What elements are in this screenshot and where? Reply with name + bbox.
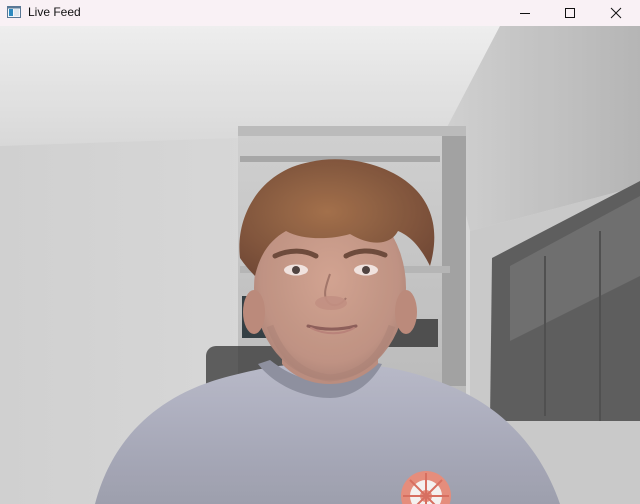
title-bar[interactable]: Live Feed <box>0 0 640 26</box>
camera-feed <box>0 26 640 504</box>
window-title: Live Feed <box>28 5 81 19</box>
live-feed-window: Live Feed <box>0 0 640 504</box>
minimize-icon <box>520 13 530 14</box>
app-window-icon <box>7 6 21 18</box>
close-button[interactable] <box>593 0 639 26</box>
minimize-button[interactable] <box>502 0 548 26</box>
maximize-button[interactable] <box>547 0 593 26</box>
camera-frame <box>0 26 640 504</box>
close-icon <box>610 7 622 19</box>
maximize-icon <box>565 8 575 18</box>
